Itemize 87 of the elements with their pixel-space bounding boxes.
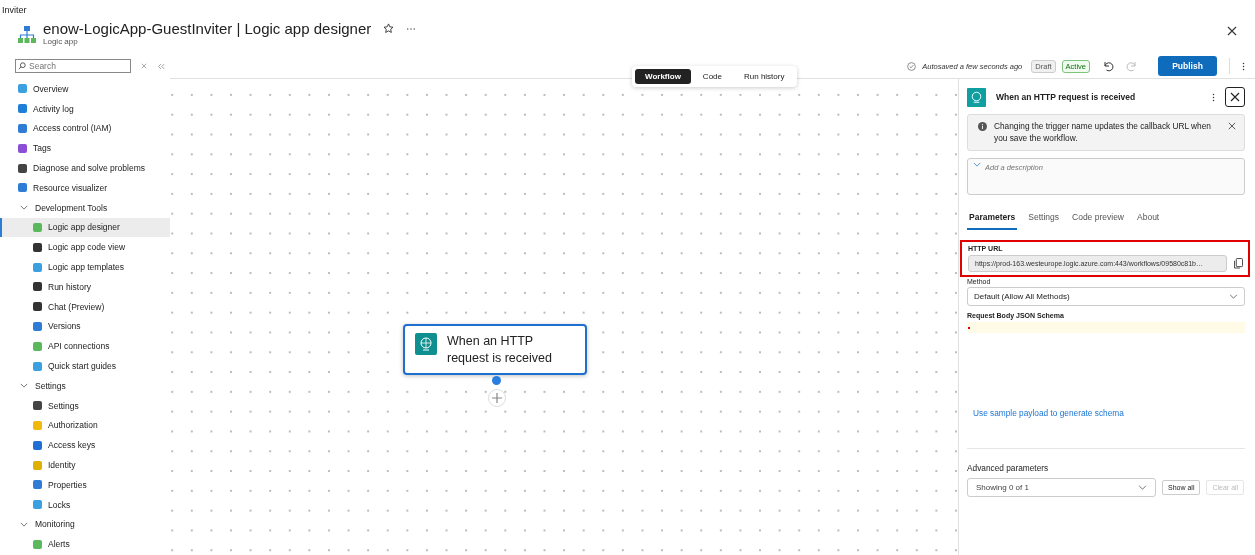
nav-label: Versions <box>48 321 81 332</box>
panel-tab[interactable]: Parameters <box>967 206 1018 230</box>
nav-item[interactable]: Tags <box>0 138 51 159</box>
field-label: Advanced parameters <box>967 463 1049 473</box>
chevron-icon <box>20 205 28 211</box>
view-tab[interactable]: Workflow <box>635 69 691 84</box>
close-icon[interactable] <box>1228 122 1236 130</box>
close-icon <box>1230 92 1240 102</box>
nav-label: Logic app code view <box>48 242 126 253</box>
nav-label: Access control (IAM) <box>33 123 112 134</box>
nav-item[interactable]: Identity <box>0 455 76 475</box>
nav-label: Chat (Preview) <box>48 301 105 312</box>
nav-item[interactable]: API connections <box>0 336 110 357</box>
trigger-node[interactable]: When an HTTP request is received <box>403 324 587 375</box>
group-label: Monitoring <box>35 519 75 530</box>
publish-button[interactable]: Publish <box>1158 56 1217 76</box>
nav-item[interactable]: Diagnose and solve problems <box>0 158 145 178</box>
nav-group[interactable]: Settings <box>0 375 66 396</box>
group-label: Development Tools <box>35 202 108 213</box>
nav-label: Run history <box>48 281 91 292</box>
undo-icon[interactable] <box>1102 60 1114 72</box>
nav-item[interactable]: Locks <box>0 494 71 515</box>
connector-dot[interactable] <box>492 376 501 385</box>
page-title: enow-LogicApp-GuestInviter | Logic app designer <box>43 20 372 37</box>
nav-label: API connections <box>48 341 110 352</box>
chevron-icon <box>20 383 28 389</box>
method-dropdown[interactable]: Default (Allow All Methods) <box>967 287 1245 306</box>
nav-label: Quick start guides <box>48 361 117 372</box>
close-icon[interactable] <box>1227 26 1237 36</box>
nav-label: Logic app templates <box>48 262 125 273</box>
resource-type: Logic app <box>43 37 78 46</box>
nav-item[interactable]: Versions <box>0 316 81 337</box>
breadcrumb[interactable]: Inviter <box>0 0 27 17</box>
panel-tab[interactable]: About <box>1135 206 1162 230</box>
nav-item[interactable]: Alerts <box>0 534 70 555</box>
check-circle-icon <box>907 61 917 71</box>
nav-item[interactable]: Properties <box>0 474 87 495</box>
nav-label: Locks <box>48 499 71 510</box>
search-field[interactable]: Search <box>15 59 131 73</box>
nav-item[interactable]: Overview <box>0 79 69 99</box>
nav-item[interactable]: Activity log <box>0 98 74 119</box>
node-title: When an HTTP request is received <box>447 332 553 367</box>
star-icon[interactable] <box>383 23 395 34</box>
panel-tab[interactable]: Code preview <box>1070 206 1126 230</box>
chevron-icon <box>973 162 981 167</box>
nav-item[interactable]: Access control (IAM) <box>0 118 112 139</box>
nav-item[interactable]: Resource visualizer <box>0 178 108 198</box>
panel-tab[interactable]: Settings <box>1026 206 1062 230</box>
nav-item[interactable]: Logic app designer <box>0 217 170 238</box>
nav-label: Resource visualizer <box>33 182 108 193</box>
nav-label: Tags <box>33 143 51 154</box>
nav-item[interactable]: Logic app code view <box>0 237 126 258</box>
nav-item[interactable]: Chat (Preview) <box>0 296 105 317</box>
search-icon <box>18 62 26 70</box>
nav-label: Diagnose and solve problems <box>33 163 145 174</box>
copy-icon[interactable] <box>1234 258 1243 269</box>
nav-group[interactable]: Monitoring <box>0 514 75 535</box>
view-tab[interactable]: Code <box>692 69 732 84</box>
sample-payload-link[interactable]: Use sample payload to generate schema <box>973 408 1124 418</box>
nav-label: Logic app designer <box>48 222 120 233</box>
view-tab[interactable]: Run history <box>734 69 795 84</box>
nav-item[interactable]: Settings <box>0 395 79 416</box>
nav-item[interactable]: Quick start guides <box>0 356 117 376</box>
group-label: Settings <box>35 380 66 391</box>
nav-label: Authorization <box>48 420 98 431</box>
nav-item[interactable]: Access keys <box>0 435 96 456</box>
nav-label: Access keys <box>48 440 96 451</box>
nav-label: Properties <box>48 479 87 490</box>
chevron-icon <box>1229 294 1238 299</box>
chevron-icon <box>1138 485 1147 490</box>
info-icon <box>978 122 987 131</box>
nav-label: Settings <box>48 400 79 411</box>
close-button[interactable] <box>1225 87 1245 107</box>
parameters-dropdown[interactable]: Showing 0 of 1 <box>967 478 1156 497</box>
nav-label: Alerts <box>48 539 70 550</box>
nav-group[interactable]: Development Tools <box>0 197 108 218</box>
globe-icon <box>415 333 437 355</box>
nav-label: Overview <box>33 83 69 94</box>
globe-icon <box>967 87 986 107</box>
chevron-icon <box>20 521 28 527</box>
nav-label: Activity log <box>33 103 74 114</box>
nav-item[interactable]: Logic app templates <box>0 257 125 277</box>
nav-item[interactable]: Authorization <box>0 415 98 436</box>
nav-item[interactable]: Run history <box>0 276 91 297</box>
nav-label: Identity <box>48 460 76 471</box>
info-message: Changing the trigger name updates the callback URL when you save the workflow. <box>994 120 1212 144</box>
panel-title: When an HTTP request is received <box>996 92 1137 102</box>
